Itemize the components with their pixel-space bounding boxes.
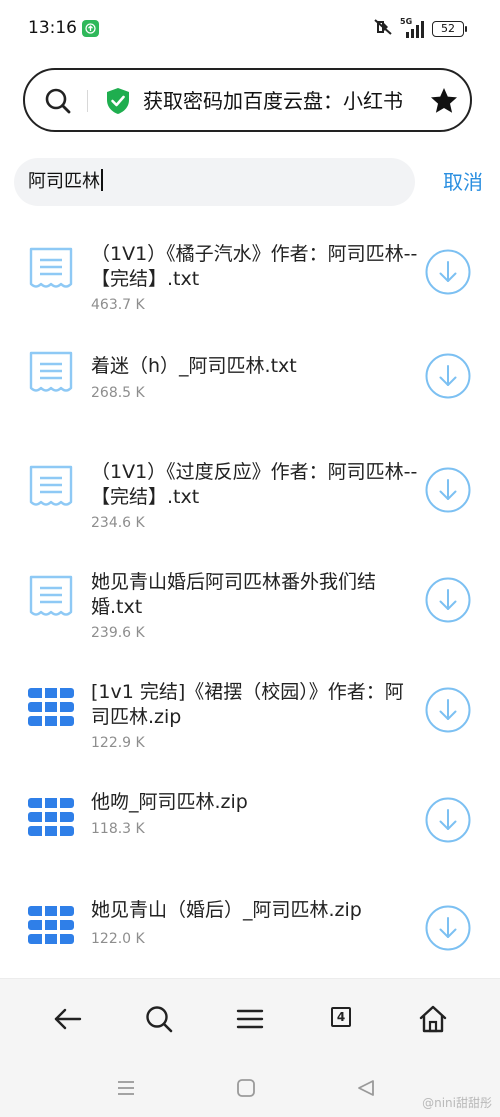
file-name: 她见青山婚后阿司匹林番外我们结婚.txt — [91, 571, 377, 618]
download-button[interactable] — [425, 249, 471, 295]
search-icon[interactable] — [143, 1003, 175, 1035]
file-item[interactable]: 他吻_阿司匹林.zip 118.3 K — [0, 770, 500, 870]
download-button[interactable] — [425, 577, 471, 623]
search-icon[interactable] — [43, 86, 73, 120]
txt-file-icon — [28, 351, 74, 399]
zip-file-icon — [28, 795, 74, 840]
star-icon[interactable] — [429, 86, 459, 120]
file-name: 他吻_阿司匹林.zip — [91, 791, 248, 813]
txt-file-icon — [28, 247, 74, 295]
file-size: 122.9 K — [91, 735, 145, 751]
file-size: 239.6 K — [91, 625, 145, 641]
bottom-toolbar: 4 — [0, 978, 500, 1059]
file-name: 着迷（h）_阿司匹林.txt — [91, 355, 297, 377]
signal-icon: 5G — [400, 17, 426, 38]
search-input[interactable]: 阿司匹林 — [28, 168, 103, 196]
mute-icon — [372, 18, 394, 40]
txt-file-icon — [28, 575, 74, 623]
back-triangle-icon[interactable] — [354, 1076, 378, 1100]
file-name: [1v1 完结]《裙摆（校园）》作者：阿司匹林.zip — [91, 681, 404, 728]
address-divider — [87, 90, 88, 112]
download-button[interactable] — [425, 687, 471, 733]
download-button[interactable] — [425, 797, 471, 843]
file-item[interactable]: 她见青山婚后阿司匹林番外我们结婚.txt 239.6 K — [0, 550, 500, 650]
notification-app-icon — [82, 20, 99, 37]
file-item[interactable]: （1V1）《过度反应》作者：阿司匹林--【完结】.txt 234.6 K — [0, 440, 500, 540]
home-icon[interactable] — [417, 1003, 449, 1035]
file-item[interactable]: （1V1）《橘子汽水》作者：阿司匹林--【完结】.txt 463.7 K — [0, 222, 500, 322]
tab-count: 4 — [331, 1007, 351, 1027]
txt-file-icon — [28, 465, 74, 513]
battery-indicator: 52 — [432, 21, 467, 37]
shield-check-icon — [105, 87, 131, 119]
status-bar: 13:16 5G 52 — [0, 0, 500, 58]
page-title[interactable]: 获取密码加百度云盘：小红书 — [143, 87, 411, 115]
file-item[interactable]: 她见青山（婚后）_阿司匹林.zip 122.0 K — [0, 878, 500, 978]
file-name: 她见青山（婚后）_阿司匹林.zip — [91, 899, 362, 921]
zip-file-icon — [28, 685, 74, 730]
search-input-box[interactable]: 阿司匹林 — [14, 158, 415, 206]
address-bar[interactable]: 获取密码加百度云盘：小红书 — [23, 68, 472, 132]
file-item[interactable]: 着迷（h）_阿司匹林.txt 268.5 K — [0, 326, 500, 426]
download-button[interactable] — [425, 905, 471, 951]
file-size: 268.5 K — [91, 385, 145, 401]
file-size: 463.7 K — [91, 297, 145, 313]
zip-file-icon — [28, 903, 74, 948]
file-item[interactable]: [1v1 完结]《裙摆（校园）》作者：阿司匹林.zip 122.9 K — [0, 660, 500, 760]
download-button[interactable] — [425, 353, 471, 399]
home-square-icon[interactable] — [234, 1076, 258, 1100]
file-name: （1V1）《过度反应》作者：阿司匹林--【完结】.txt — [91, 461, 418, 508]
menu-icon[interactable] — [234, 1003, 266, 1035]
file-name: （1V1）《橘子汽水》作者：阿司匹林--【完结】.txt — [91, 243, 418, 290]
file-size: 122.0 K — [91, 931, 145, 947]
file-size: 234.6 K — [91, 515, 145, 531]
recent-apps-icon[interactable] — [114, 1076, 138, 1100]
watermark: @nini甜甜彤 — [422, 1096, 492, 1110]
cancel-button[interactable]: 取消 — [443, 168, 483, 196]
tabs-icon[interactable]: 4 — [327, 1003, 359, 1035]
back-arrow-icon[interactable] — [52, 1003, 84, 1035]
file-size: 118.3 K — [91, 821, 145, 837]
status-indicators: 5G 52 — [372, 17, 467, 40]
status-time: 13:16 — [28, 18, 77, 38]
download-button[interactable] — [425, 467, 471, 513]
